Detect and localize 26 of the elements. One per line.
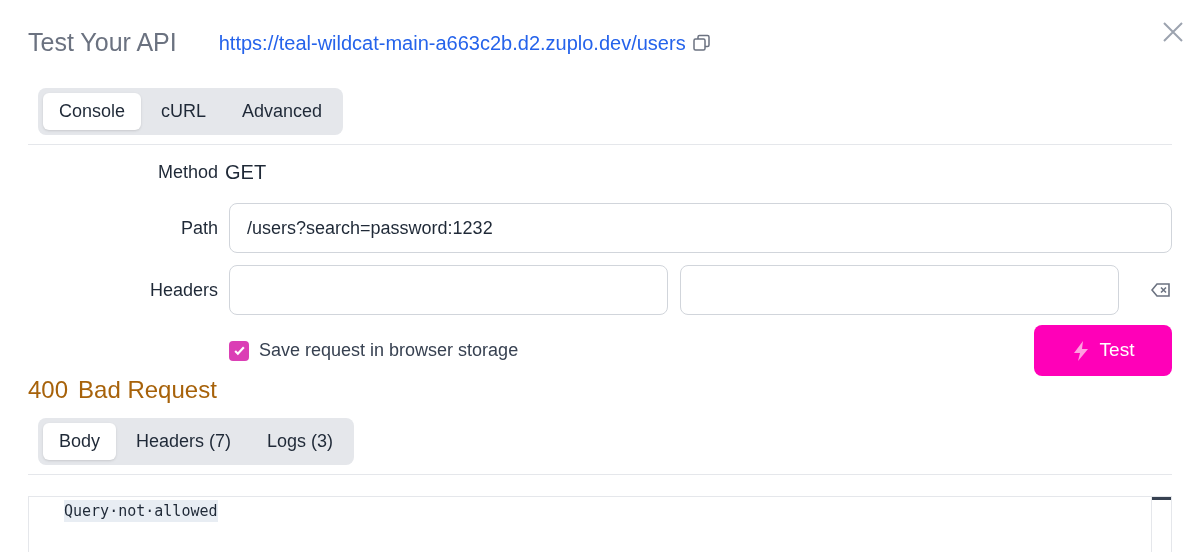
method-value: GET <box>225 160 268 185</box>
tab[interactable]: Logs (3) <box>251 423 350 460</box>
close-icon[interactable] <box>1162 21 1184 43</box>
field-label: Path <box>179 216 218 240</box>
status-code: 400 <box>28 375 69 405</box>
field-label: Headers <box>148 278 218 302</box>
response-body-text: Query·not·allowed <box>64 500 218 522</box>
checkbox[interactable] <box>229 340 249 361</box>
checkbox-label: Save request in browser storage <box>259 339 519 362</box>
copy-icon[interactable] <box>691 33 712 53</box>
header-value-field[interactable] <box>680 265 1119 315</box>
field-label: Method <box>156 160 218 184</box>
status-text: Bad Request <box>78 375 217 405</box>
test-button[interactable]: Test <box>1034 325 1172 376</box>
tab[interactable]: Body <box>43 423 117 460</box>
tab[interactable]: Advanced <box>226 93 339 130</box>
lightning-icon <box>1071 339 1090 362</box>
clear-icon[interactable] <box>1151 282 1171 298</box>
header-name-field[interactable] <box>229 265 668 315</box>
tab[interactable]: Console <box>43 93 142 130</box>
api-url-link[interactable]: https://teal-wildcat-main-a663c2b.d2.zuplo.dev/users <box>218 28 686 58</box>
tab[interactable]: cURL <box>145 93 223 130</box>
check-icon <box>232 344 246 357</box>
tab[interactable]: Headers (7) <box>120 423 248 460</box>
path-field[interactable]: /users?search=password:1232 <box>229 203 1172 253</box>
dialog-title: Test Your API <box>28 27 177 59</box>
